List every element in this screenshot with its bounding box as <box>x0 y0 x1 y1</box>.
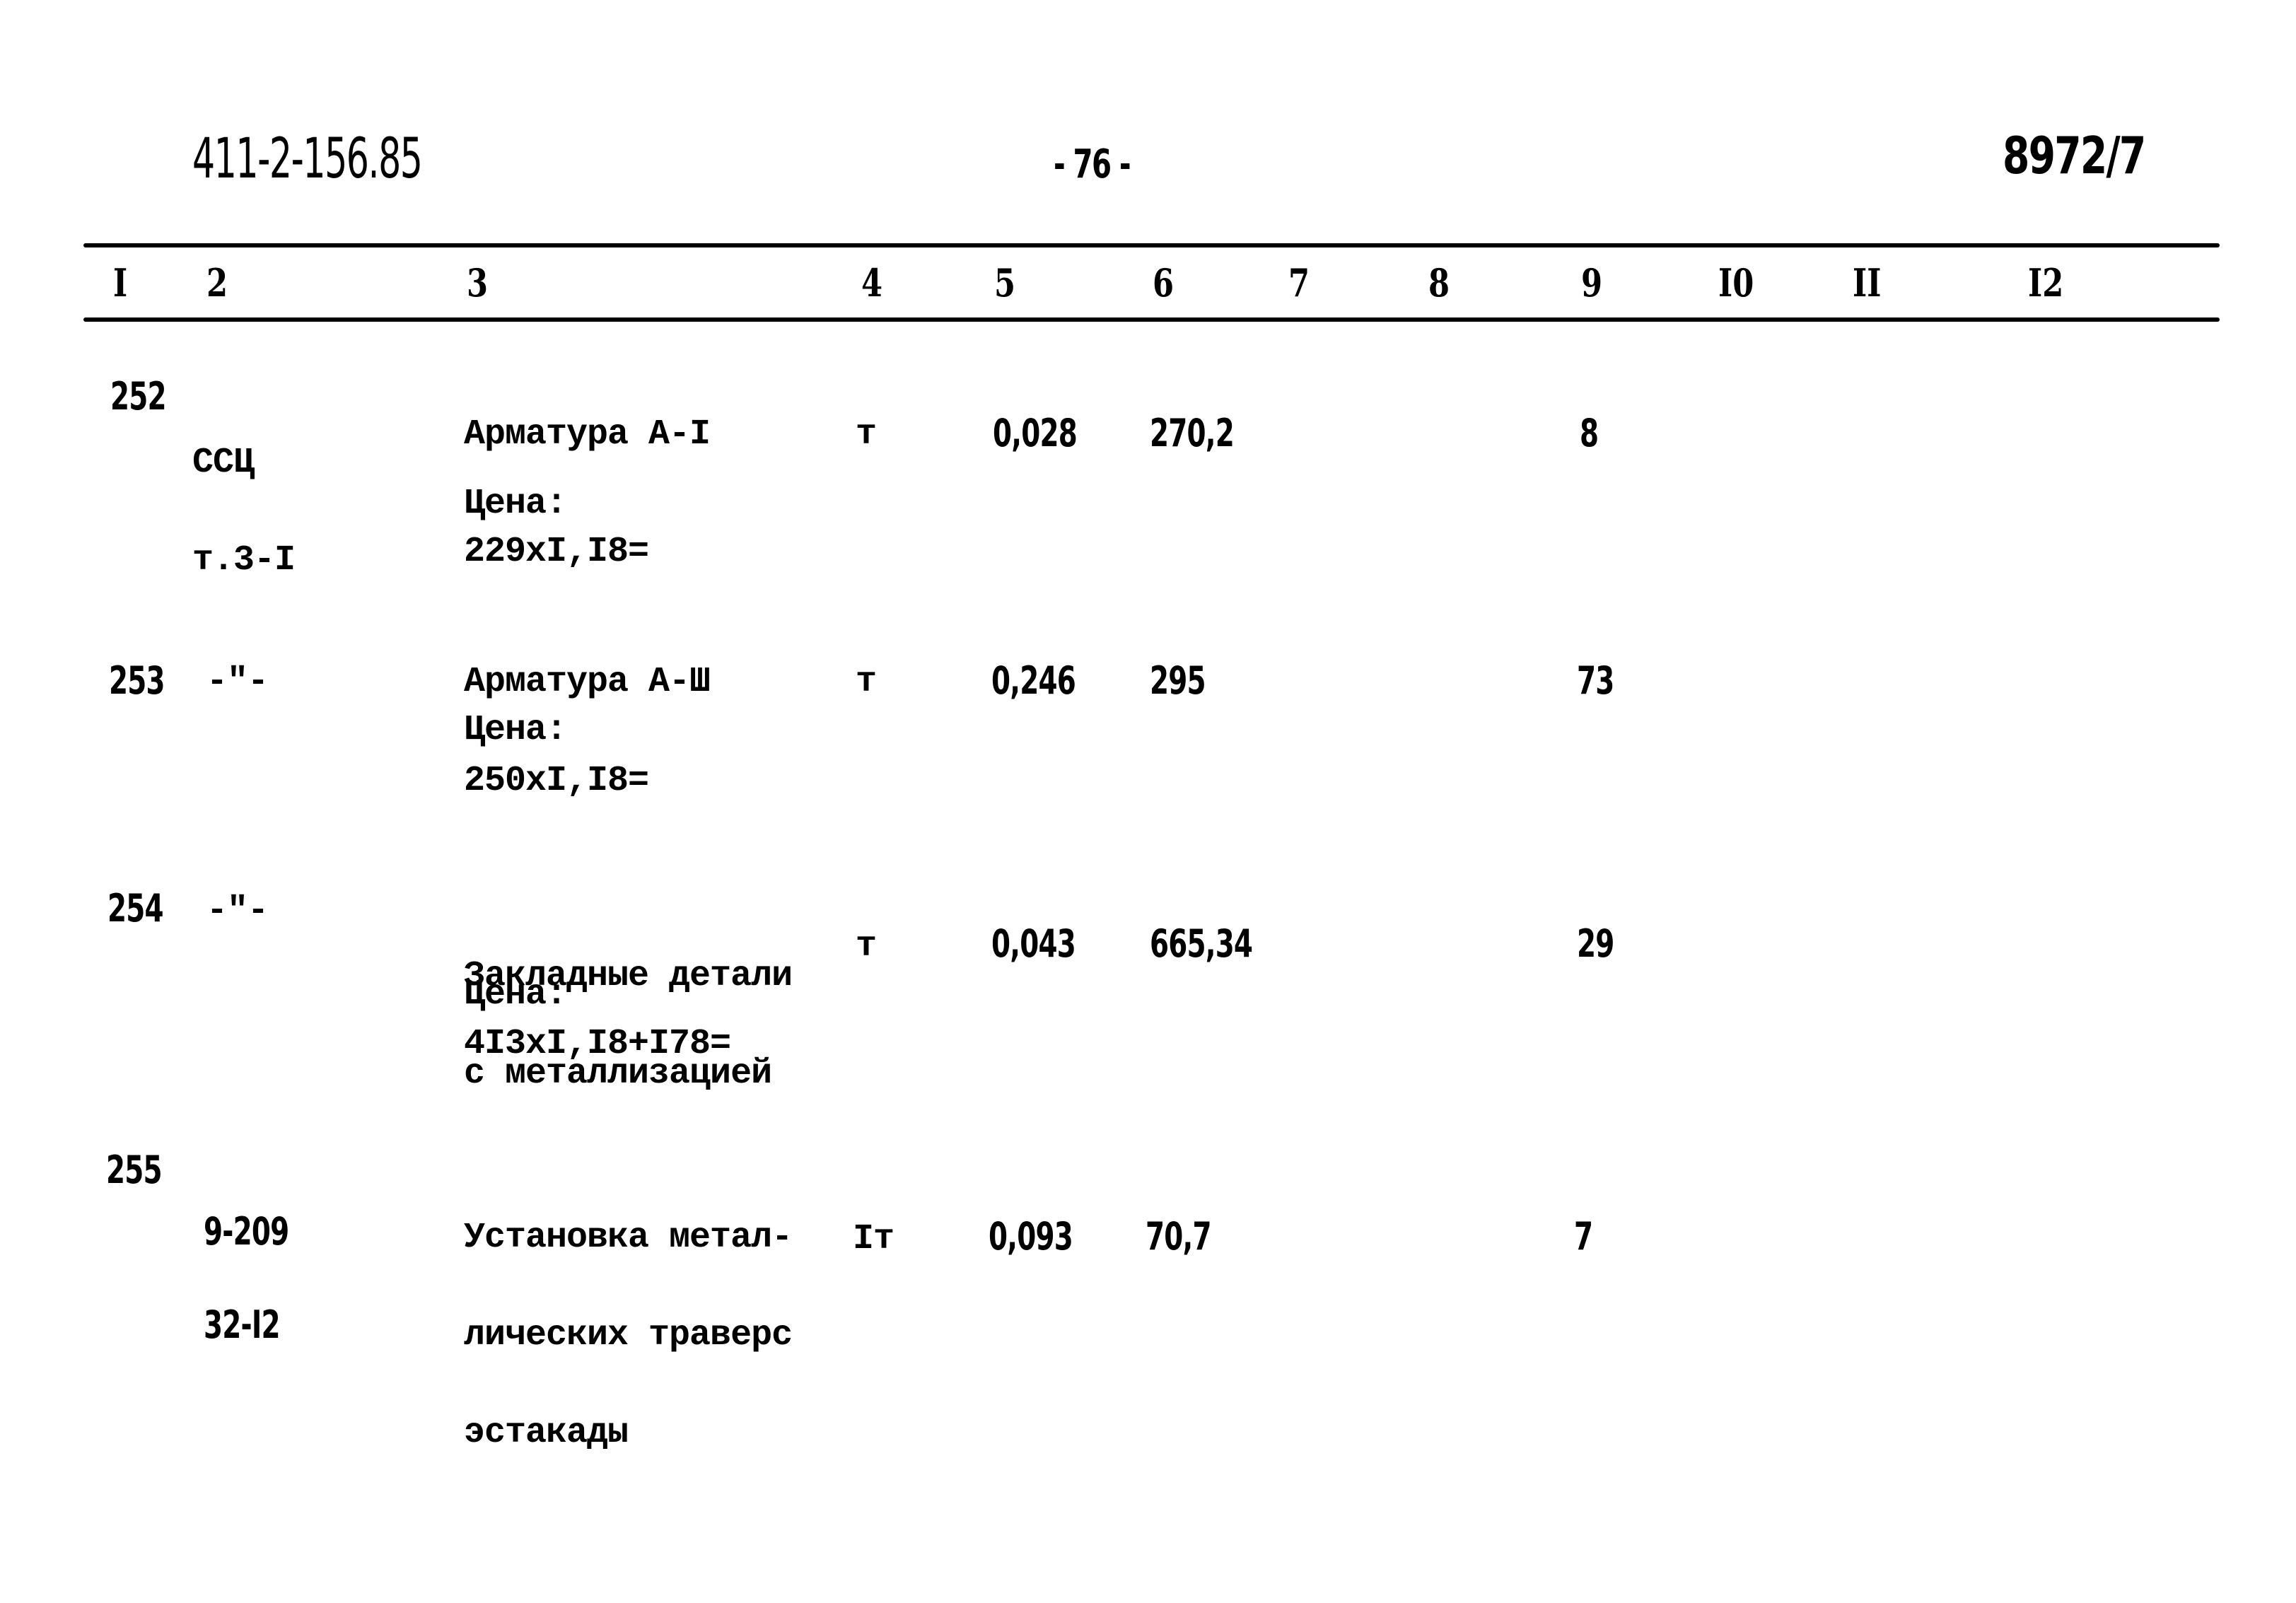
row-number: 255 <box>106 1148 163 1192</box>
row-price: 70,7 <box>1146 1214 1211 1259</box>
row-code: 9-209 32-I2 <box>204 1154 289 1403</box>
row-code: ССЦ т.3-I <box>192 382 296 642</box>
column-number: 5 <box>994 260 1016 305</box>
row-total: 7 <box>1574 1214 1593 1259</box>
column-number: II <box>1853 260 1882 305</box>
description-line: Установка метал- <box>464 1218 793 1258</box>
page-number: - 76 - <box>1054 141 1131 187</box>
column-number: 2 <box>206 260 228 305</box>
header-rule-top <box>83 243 2220 247</box>
code-line: 9-209 <box>204 1209 289 1254</box>
row-price: 665,34 <box>1150 921 1253 966</box>
column-number: 9 <box>1581 260 1603 305</box>
row-unit: т <box>856 926 877 967</box>
price-label: Цена: <box>464 710 567 750</box>
price-formula: 250xI,I8= <box>464 761 649 801</box>
row-quantity: 0,093 <box>989 1214 1073 1259</box>
price-formula: 229xI,I8= <box>464 532 649 572</box>
row-total: 29 <box>1577 921 1614 966</box>
row-number: 252 <box>110 374 167 419</box>
row-description: Установка метал- лических траверс эстака… <box>464 1157 793 1515</box>
sheet-reference: 8972/7 <box>2003 126 2146 185</box>
row-code: -"- <box>206 891 269 931</box>
column-number: I0 <box>1718 260 1754 305</box>
code-line: ССЦ <box>192 443 255 483</box>
description-line: эстакады <box>464 1413 629 1453</box>
document-code: 411-2-156.85 <box>192 127 423 191</box>
price-formula: 4I3xI,I8+I78= <box>464 1024 731 1064</box>
description-line: лических траверс <box>464 1315 793 1356</box>
row-price: 270,2 <box>1150 411 1235 455</box>
row-description: Арматура А-I <box>464 414 711 455</box>
code-line: 32-I2 <box>204 1302 281 1347</box>
header-rule-bottom <box>83 317 2220 322</box>
row-unit: т <box>856 662 877 702</box>
column-number: 4 <box>861 260 883 305</box>
row-code: -"- <box>206 662 269 702</box>
column-number: I <box>113 260 128 305</box>
row-total: 73 <box>1577 658 1614 703</box>
row-description: Арматура А-Ш <box>464 662 711 702</box>
code-line: т.3-I <box>192 540 296 581</box>
row-quantity: 0,246 <box>991 658 1076 703</box>
column-number: 3 <box>467 260 489 305</box>
column-number: 6 <box>1153 260 1175 305</box>
row-price: 295 <box>1150 658 1206 703</box>
row-quantity: 0,028 <box>993 411 1078 455</box>
row-number: 254 <box>107 886 164 931</box>
row-unit: т <box>856 414 877 455</box>
column-number: 7 <box>1288 260 1310 305</box>
price-label: Цена: <box>464 484 567 524</box>
price-label: Цена: <box>464 974 567 1015</box>
row-number: 253 <box>109 658 165 703</box>
row-quantity: 0,043 <box>991 921 1076 966</box>
column-number: 8 <box>1428 260 1450 305</box>
column-number: I2 <box>2028 260 2064 305</box>
row-total: 8 <box>1580 411 1599 455</box>
row-unit: Iт <box>853 1219 894 1259</box>
